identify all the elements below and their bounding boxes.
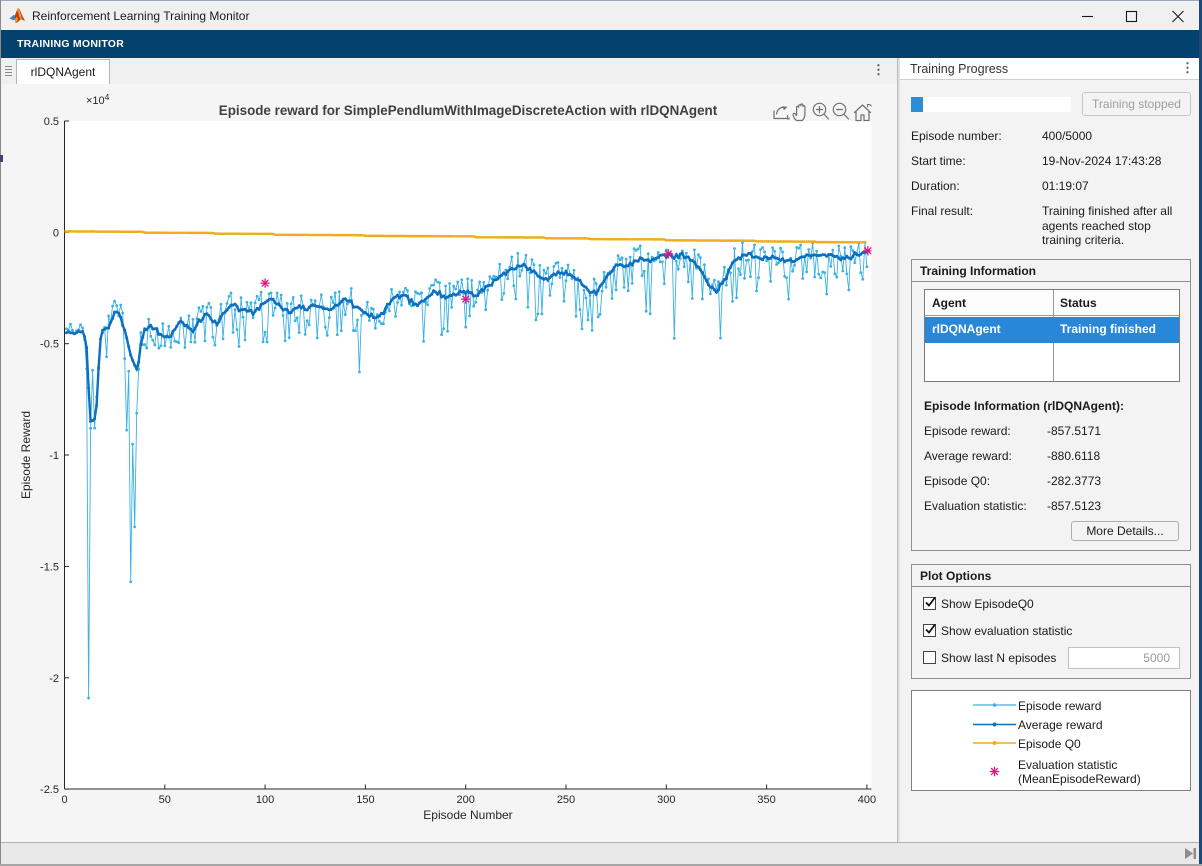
svg-text:0.5: 0.5 xyxy=(44,116,59,128)
svg-text:Episode reward for SimplePendl: Episode reward for SimplePendlumWithImag… xyxy=(219,103,718,118)
svg-text:150: 150 xyxy=(356,794,374,806)
svg-text:Episode Reward: Episode Reward xyxy=(19,411,33,499)
svg-text:-2.5: -2.5 xyxy=(40,784,59,796)
svg-text:400: 400 xyxy=(858,794,876,806)
svg-text:-0.5: -0.5 xyxy=(40,339,59,351)
svg-text:0: 0 xyxy=(61,794,67,806)
svg-text:50: 50 xyxy=(159,794,171,806)
svg-text:-1: -1 xyxy=(49,450,59,462)
svg-text:-2: -2 xyxy=(49,673,59,685)
svg-text:350: 350 xyxy=(757,794,775,806)
svg-text:250: 250 xyxy=(557,794,575,806)
svg-text:Episode Number: Episode Number xyxy=(423,808,512,822)
svg-text:0: 0 xyxy=(53,227,59,239)
svg-text:-1.5: -1.5 xyxy=(40,561,59,573)
svg-text:300: 300 xyxy=(657,794,675,806)
svg-text:100: 100 xyxy=(256,794,274,806)
svg-text:200: 200 xyxy=(457,794,475,806)
